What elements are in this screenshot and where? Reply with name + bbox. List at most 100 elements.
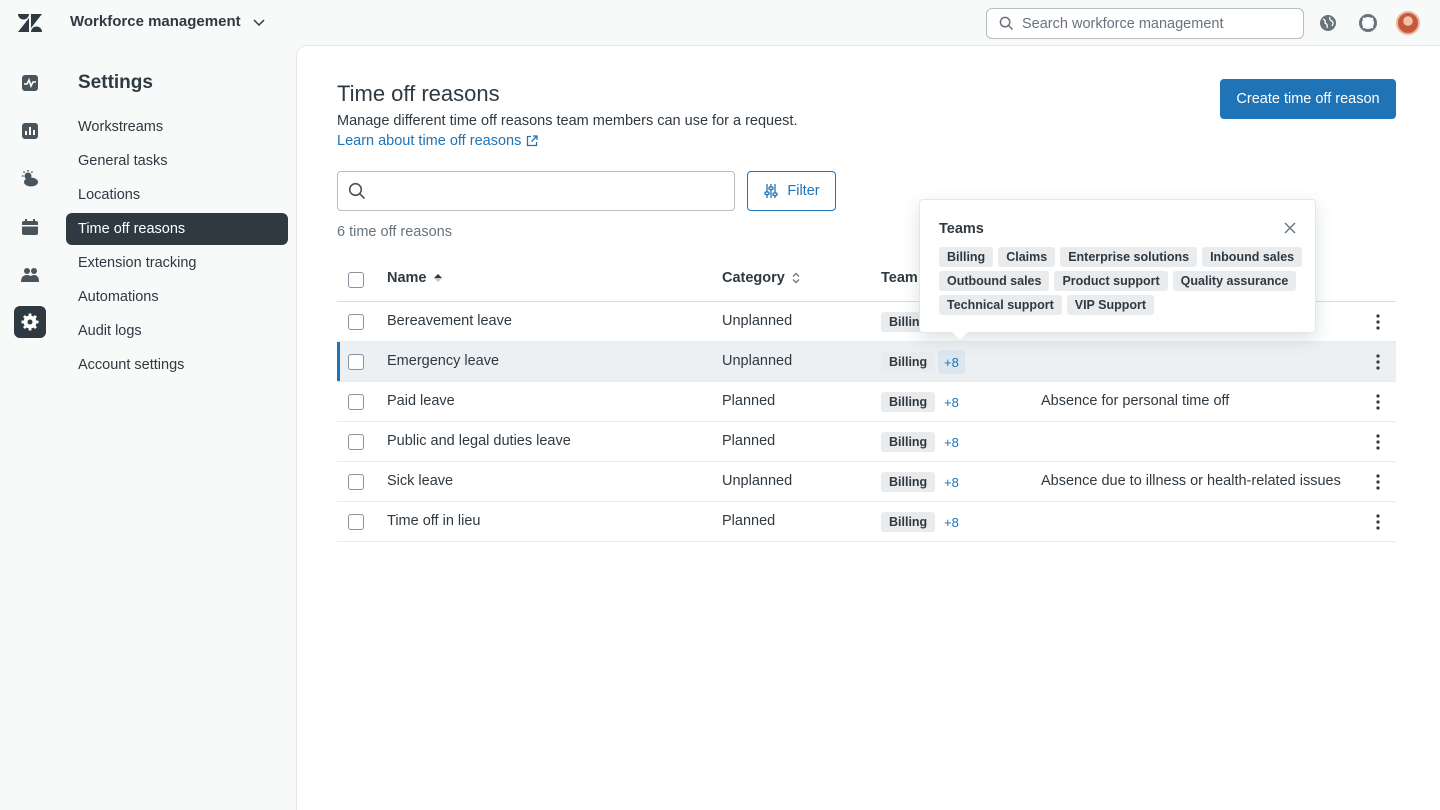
sidebar-item-general-tasks[interactable]: General tasks (66, 145, 288, 177)
row-actions-button[interactable] (1368, 392, 1388, 412)
more-teams-button[interactable]: +8 (938, 430, 965, 454)
rail-activity[interactable] (14, 67, 46, 99)
column-header-name-label: Name (387, 270, 427, 286)
more-teams-button[interactable]: +8 (938, 350, 965, 374)
team-tag: Outbound sales (939, 271, 1050, 291)
app-rail (0, 46, 58, 810)
team-tag: Quality assurance (1172, 271, 1297, 291)
page-description: Manage different time off reasons team m… (337, 113, 798, 129)
rail-reports[interactable] (14, 115, 46, 147)
table-row[interactable]: Public and legal duties leave Planned Bi… (337, 422, 1396, 462)
table-row[interactable]: Paid leave Planned Billing +8 Absence fo… (337, 382, 1396, 422)
row-checkbox[interactable] (348, 514, 364, 530)
row-actions-button[interactable] (1368, 352, 1388, 372)
sidebar-item-automations[interactable]: Automations (66, 281, 288, 313)
create-time-off-reason-button[interactable]: Create time off reason (1220, 79, 1396, 119)
rail-settings[interactable] (14, 306, 46, 338)
column-header-category[interactable]: Category (722, 270, 801, 286)
close-icon (1284, 222, 1296, 234)
product-switcher[interactable]: Workforce management (70, 13, 267, 30)
rail-schedule[interactable] (14, 211, 46, 243)
sort-icon (792, 272, 800, 284)
sidebar-item-workstreams[interactable]: Workstreams (66, 111, 288, 143)
list-search-input[interactable] (374, 183, 724, 199)
external-link-icon (527, 135, 538, 147)
team-tag: Enterprise solutions (1060, 247, 1198, 267)
column-header-category-label: Category (722, 270, 785, 286)
row-name: Emergency leave (387, 353, 500, 369)
sidebar-item-audit-logs[interactable]: Audit logs (66, 315, 288, 347)
filter-button[interactable]: Filter (747, 171, 836, 211)
row-category: Unplanned (722, 353, 793, 369)
row-name: Bereavement leave (387, 313, 512, 329)
row-category: Unplanned (722, 473, 793, 489)
globe-icon[interactable] (1317, 12, 1339, 34)
popover-title: Teams (939, 221, 984, 237)
rail-forecast[interactable] (14, 163, 46, 195)
row-checkbox[interactable] (348, 394, 364, 410)
row-category: Planned (722, 393, 776, 409)
kebab-menu-icon (1376, 434, 1380, 450)
result-count: 6 time off reasons (337, 224, 452, 240)
team-tag: Billing (881, 432, 936, 452)
team-tag: Product support (1054, 271, 1168, 291)
kebab-menu-icon (1376, 474, 1380, 490)
table-row[interactable]: Sick leave Unplanned Billing +8 Absence … (337, 462, 1396, 502)
team-tag: Billing (939, 247, 994, 267)
row-description: Absence due to illness or health-related… (1041, 473, 1341, 489)
more-teams-button[interactable]: +8 (938, 390, 965, 414)
select-all-checkbox[interactable] (348, 272, 364, 288)
row-category: Planned (722, 433, 776, 449)
row-checkbox[interactable] (348, 314, 364, 330)
column-header-teams[interactable]: Team (881, 270, 918, 286)
team-tag: Billing (881, 392, 936, 412)
sidebar-item-locations[interactable]: Locations (66, 179, 288, 211)
table-row[interactable]: Emergency leave Unplanned Billing +8 (337, 342, 1396, 382)
chevron-down-icon (253, 18, 265, 26)
help-icon[interactable] (1357, 12, 1379, 34)
global-search-input[interactable] (1022, 15, 1292, 32)
row-name: Time off in lieu (387, 513, 481, 529)
teams-popover: Teams Billing Claims Enterprise solution… (919, 199, 1316, 342)
activity-icon (22, 75, 38, 91)
filter-label: Filter (787, 183, 820, 199)
sidebar-item-account-settings[interactable]: Account settings (66, 349, 288, 381)
table-row[interactable]: Time off in lieu Planned Billing +8 (337, 502, 1396, 542)
rail-people[interactable] (14, 259, 46, 291)
zendesk-logo-icon[interactable] (18, 12, 42, 34)
close-popover-button[interactable] (1282, 220, 1298, 236)
sidebar-item-time-off-reasons[interactable]: Time off reasons (66, 213, 288, 245)
team-tag: VIP Support (1066, 295, 1155, 315)
main-content: Time off reasons Manage different time o… (297, 46, 1440, 810)
row-category: Unplanned (722, 313, 793, 329)
search-icon (348, 182, 366, 200)
learn-more-link[interactable]: Learn about time off reasons (337, 133, 538, 149)
team-tag: Billing (881, 512, 936, 532)
team-tag: Technical support (939, 295, 1062, 315)
row-name: Paid leave (387, 393, 455, 409)
row-name: Public and legal duties leave (387, 433, 571, 449)
global-search[interactable] (986, 8, 1304, 39)
more-teams-button[interactable]: +8 (938, 470, 965, 494)
row-checkbox[interactable] (348, 354, 364, 370)
sidebar-item-extension-tracking[interactable]: Extension tracking (66, 247, 288, 279)
team-tag: Inbound sales (1202, 247, 1303, 267)
sort-ascending-icon (433, 274, 442, 282)
row-actions-button[interactable] (1368, 312, 1388, 332)
product-name: Workforce management (70, 13, 241, 30)
column-header-name[interactable]: Name (387, 270, 443, 286)
user-avatar[interactable] (1396, 11, 1420, 35)
more-teams-button[interactable]: +8 (938, 510, 965, 534)
row-checkbox[interactable] (348, 474, 364, 490)
row-checkbox[interactable] (348, 434, 364, 450)
kebab-menu-icon (1376, 514, 1380, 530)
list-search[interactable] (337, 171, 735, 211)
sidebar-title: Settings (78, 72, 153, 93)
row-actions-button[interactable] (1368, 432, 1388, 452)
settings-sidebar: Settings Workstreams General tasks Locat… (58, 46, 296, 810)
calendar-icon (22, 219, 38, 235)
row-actions-button[interactable] (1368, 512, 1388, 532)
row-actions-button[interactable] (1368, 472, 1388, 492)
team-tag: Claims (998, 247, 1056, 267)
popover-tag-list: Billing Claims Enterprise solutions Inbo… (939, 247, 1309, 315)
